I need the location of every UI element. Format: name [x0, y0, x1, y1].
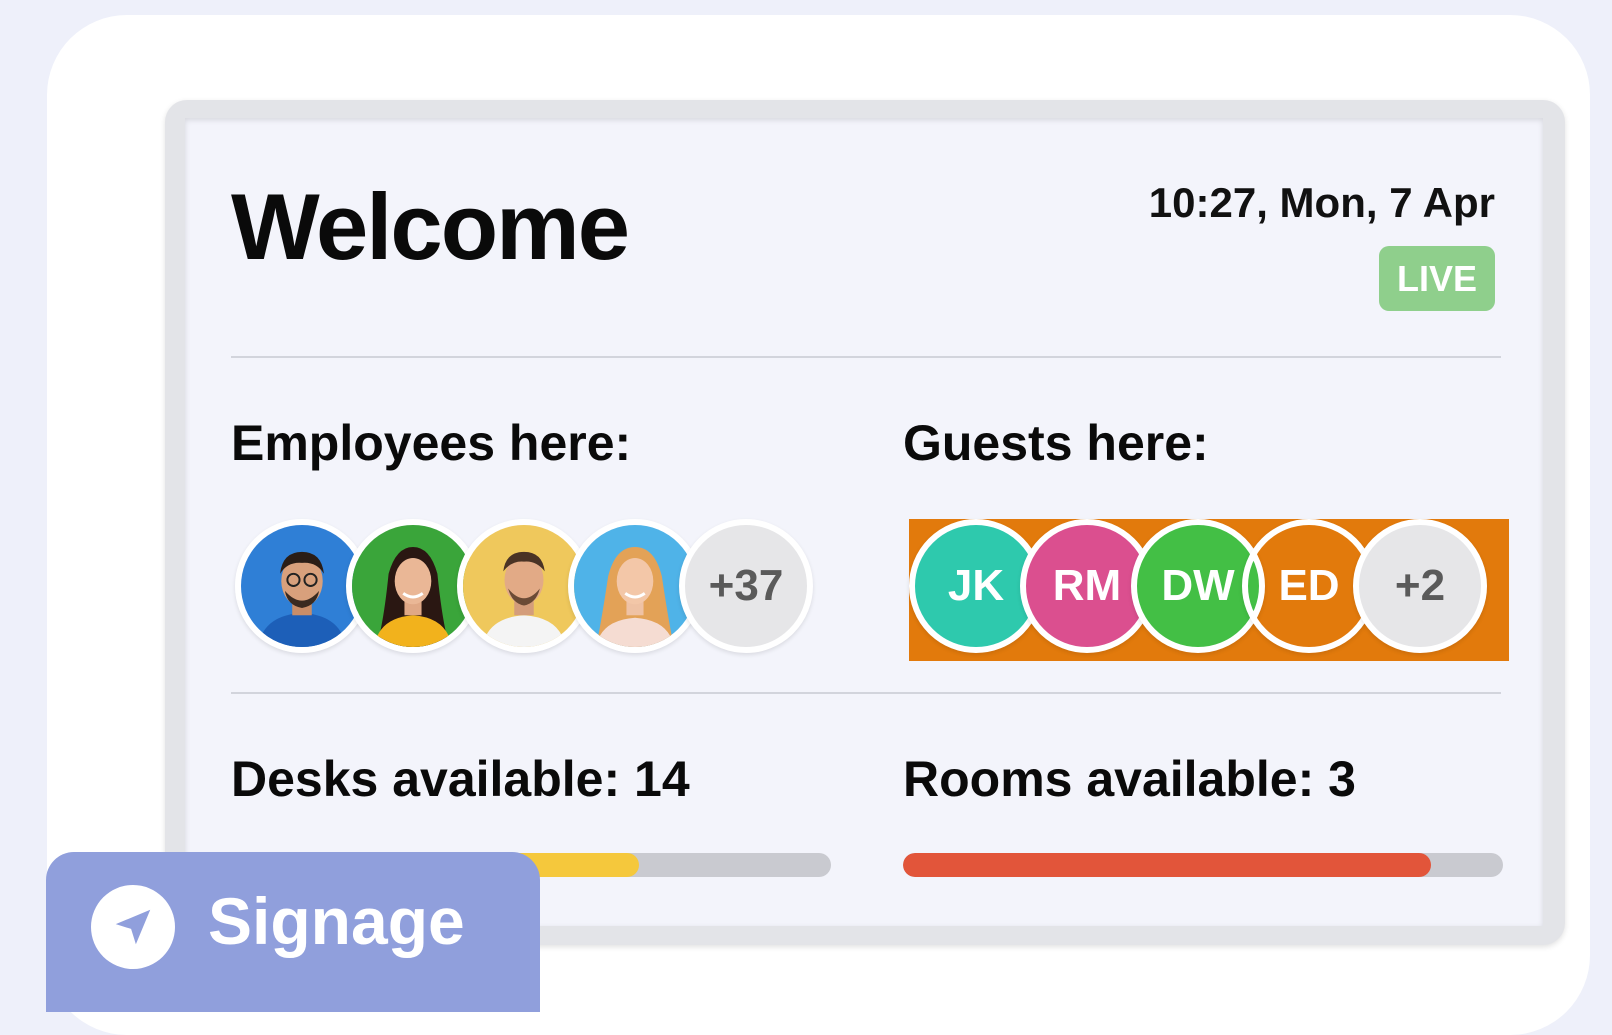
guests-label: Guests here: [903, 415, 1209, 471]
welcome-title: Welcome [231, 174, 630, 279]
employee-avatar-group: +37 [235, 519, 835, 661]
person-photo-icon [574, 525, 696, 647]
datetime-text: 10:27, Mon, 7 Apr [1148, 179, 1495, 226]
person-photo-icon [241, 525, 363, 647]
live-status-badge: LIVE [1379, 246, 1495, 311]
top-divider [231, 356, 1501, 358]
rooms-available-label: Rooms available: 3 [903, 751, 1356, 807]
middle-divider [231, 692, 1501, 694]
signage-tab[interactable]: Signage [46, 852, 540, 1012]
guest-avatar-group: JK RM DW ED +2 [909, 519, 1509, 661]
display-screen: Welcome 10:27, Mon, 7 Apr LIVE Employees… [185, 118, 1543, 926]
guests-more-count[interactable]: +2 [1353, 519, 1487, 653]
person-photo-icon [463, 525, 585, 647]
rooms-progress-fill [903, 853, 1431, 877]
rooms-progress-bar [903, 853, 1503, 877]
signage-label: Signage [208, 884, 465, 958]
employees-label: Employees here: [231, 415, 632, 471]
guest-initials: ED [1278, 561, 1340, 610]
employees-more-count[interactable]: +37 [679, 519, 813, 653]
guest-initials: RM [1052, 561, 1122, 610]
guest-initials: JK [947, 561, 1005, 610]
display-bezel: Welcome 10:27, Mon, 7 Apr LIVE Employees… [165, 100, 1565, 945]
desks-available-label: Desks available: 14 [231, 751, 690, 807]
navigation-arrow-icon [91, 885, 175, 969]
person-photo-icon [352, 525, 474, 647]
guest-initials: DW [1161, 561, 1235, 610]
